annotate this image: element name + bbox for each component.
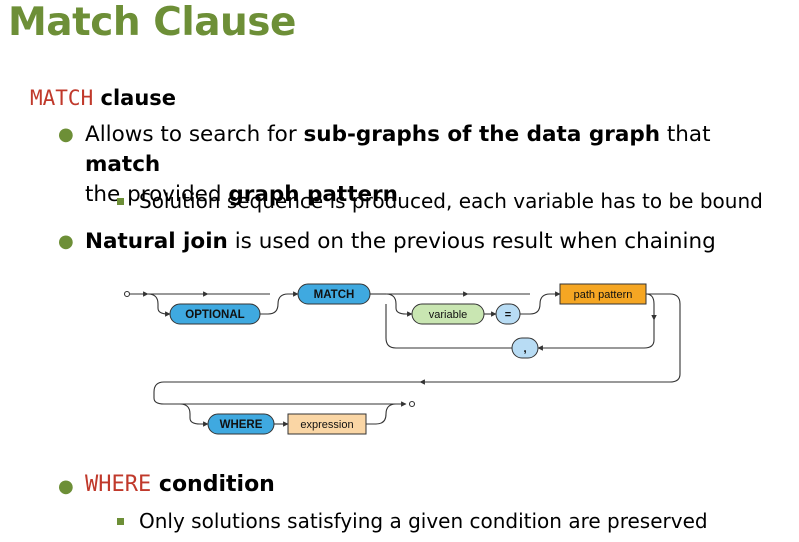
expression-label: expression	[300, 419, 353, 431]
variable-label: variable	[429, 309, 468, 321]
equals-label: =	[505, 309, 511, 321]
match-label: MATCH	[314, 289, 355, 301]
bullet-dot-icon: ●	[58, 124, 74, 145]
diagram-end-node	[408, 400, 416, 408]
match-clause-heading: MATCH clause	[30, 86, 176, 110]
sub-bullet-square-icon	[117, 518, 124, 525]
path-pattern-label: path pattern	[574, 289, 633, 301]
sub-bullet-solutions-preserved: Only solutions satisfying a given condit…	[139, 509, 708, 533]
match-syntax-diagram: OPTIONAL MATCH variable = path pattern ,…	[123, 283, 681, 435]
sub-bullet-solution-sequence: Solution sequence is produced, each vari…	[139, 189, 763, 213]
where-heading-text: condition	[158, 472, 275, 497]
optional-label: OPTIONAL	[185, 309, 244, 321]
bullet-dot-icon: ●	[58, 476, 74, 497]
bullet-natural-join: Natural join is used on the previous res…	[85, 229, 716, 254]
where-label: WHERE	[220, 419, 263, 431]
where-keyword: WHERE	[85, 472, 152, 497]
match-heading-text: clause	[100, 86, 177, 110]
page-title: Match Clause	[8, 0, 296, 45]
where-condition-heading: WHERE condition	[85, 472, 275, 497]
bullet-dot-icon: ●	[58, 231, 74, 252]
diagram-start-node	[123, 290, 131, 298]
sub-bullet-square-icon	[117, 198, 124, 205]
match-keyword: MATCH	[30, 86, 94, 110]
comma-label: ,	[523, 341, 526, 355]
